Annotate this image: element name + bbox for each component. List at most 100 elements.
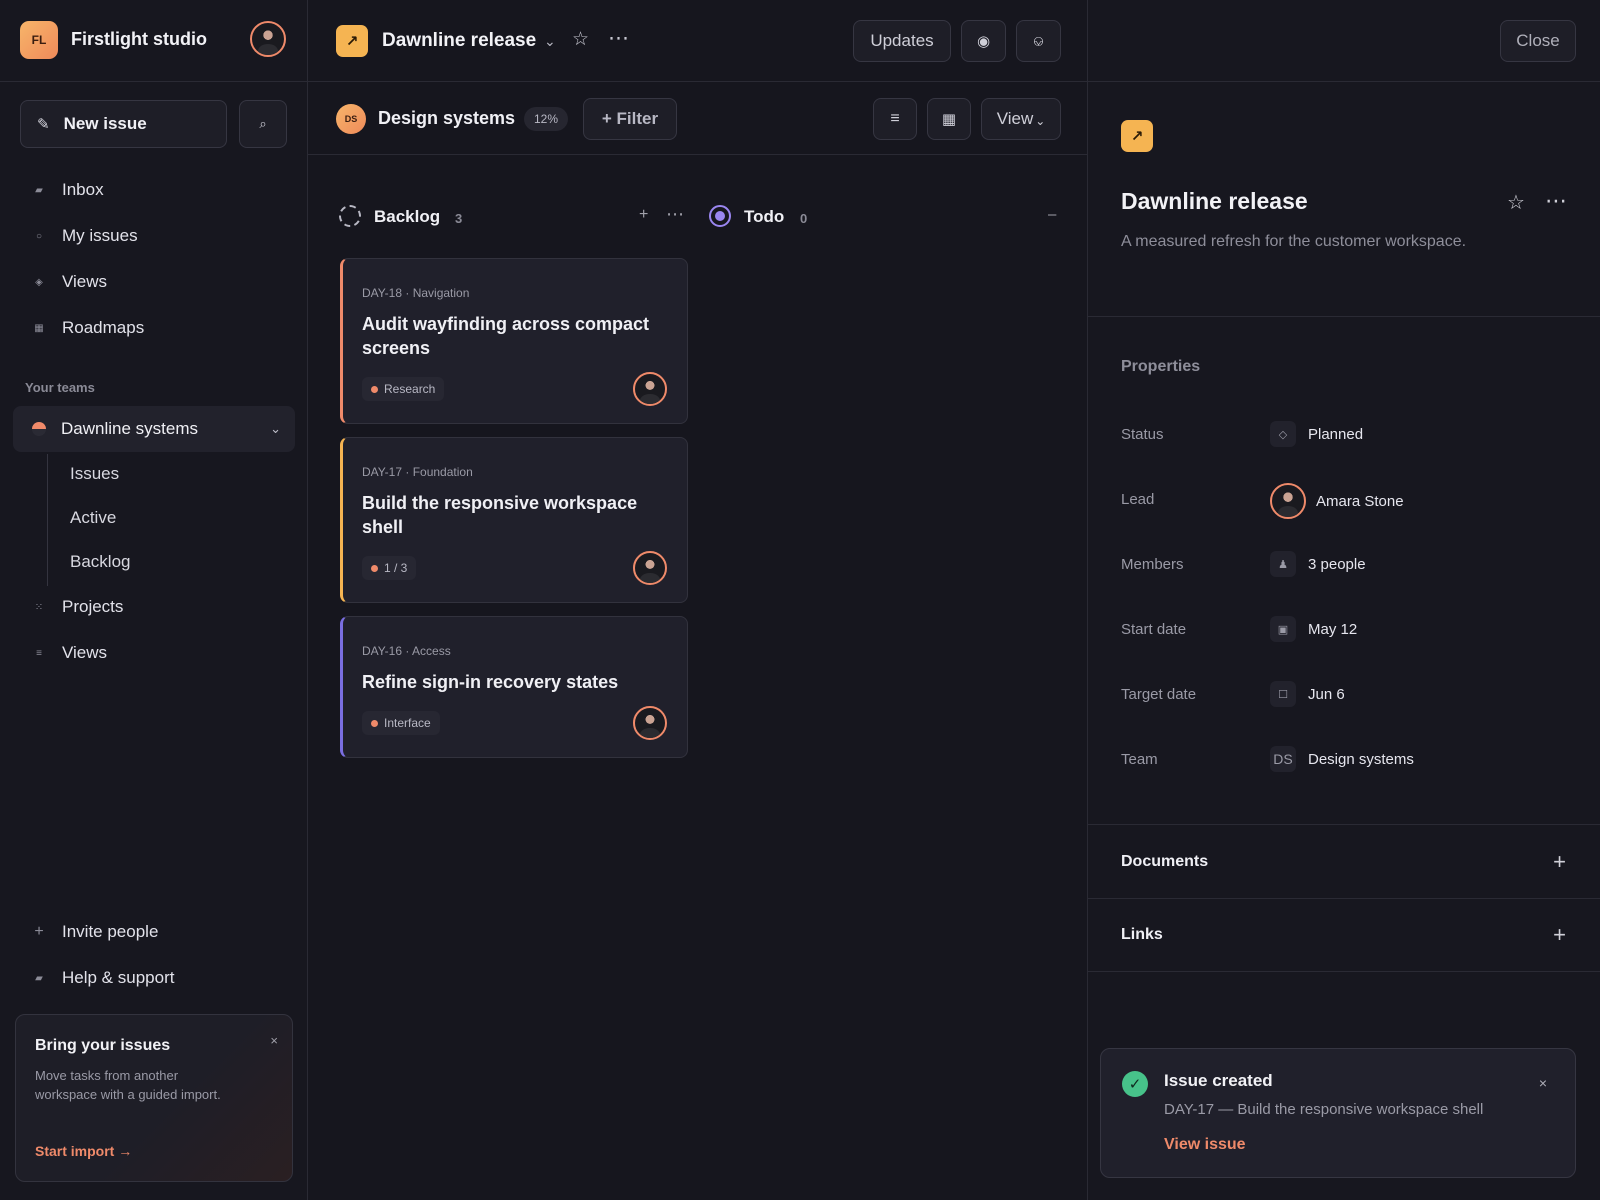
add-link-icon[interactable]: + — [1553, 922, 1566, 948]
team-avatar: DS — [336, 104, 366, 134]
view-issue-link[interactable]: View issue — [1164, 1136, 1246, 1154]
board-icon: ▦ — [941, 111, 957, 128]
issue-card[interactable]: DAY-18 · Navigation Audit wayfinding acr… — [340, 258, 688, 424]
issue-label: Research — [362, 377, 445, 401]
check-icon: ✓ — [1122, 1071, 1148, 1097]
project-board: ↗ Dawnline release ⌄ ☆ ⋯ Updates ◉ ⎉ DS … — [308, 0, 1088, 1200]
more-icon[interactable]: ⋯ — [666, 204, 684, 225]
promo-description: Move tasks from another workspace with a… — [35, 1068, 221, 1102]
start-date-value[interactable]: ▣ May 12 — [1270, 616, 1357, 642]
property-value: Jun 6 — [1308, 685, 1345, 703]
toast-description: DAY-17 — Build the responsive workspace … — [1164, 1101, 1484, 1118]
help-support-button[interactable]: ▰ Help & support — [32, 963, 174, 993]
column-title-backlog: Backlog — [374, 207, 441, 226]
chevron-down-icon[interactable]: ⌄ — [544, 33, 556, 50]
divider — [1088, 81, 1600, 82]
divider — [1088, 824, 1600, 825]
sidebar-item-backlog[interactable]: Backlog — [70, 552, 130, 572]
star-icon[interactable]: ☆ — [572, 28, 589, 51]
list-view-button[interactable]: ≡ — [873, 98, 917, 140]
sidebar-item-inbox[interactable]: ▰ Inbox — [32, 175, 104, 205]
chevron-down-icon: ⌄ — [1035, 114, 1046, 128]
workspace-logo[interactable]: FL — [20, 21, 58, 59]
sidebar-item-active[interactable]: Active — [70, 508, 116, 528]
teams-section-label: Your teams — [25, 380, 95, 395]
chevron-down-icon[interactable]: ⌄ — [270, 421, 281, 437]
sidebar-item-my-issues[interactable]: ○ My issues — [32, 221, 138, 251]
lead-value[interactable]: Amara Stone — [1270, 483, 1404, 519]
target-icon: ☐ — [1270, 681, 1296, 707]
sidebar-team-dawnline[interactable]: Dawnline systems ⌄ — [13, 406, 295, 452]
pencil-icon: ✎ — [37, 116, 50, 133]
assignee-avatar[interactable] — [633, 706, 667, 740]
lead-avatar — [1270, 483, 1306, 519]
column-title-todo: Todo — [744, 207, 785, 226]
sidebar-item-projects[interactable]: ⁙ Projects — [32, 592, 124, 622]
add-document-icon[interactable]: + — [1553, 849, 1566, 875]
issue-card[interactable]: DAY-17 · Foundation Build the responsive… — [340, 437, 688, 603]
view-label: View — [996, 109, 1034, 128]
project-title[interactable]: Dawnline release — [1121, 188, 1308, 215]
todo-status-icon — [709, 205, 731, 227]
property-value: 3 people — [1308, 555, 1366, 573]
column-count: 0 — [800, 211, 808, 226]
issue-card[interactable]: DAY-16 · Access Refine sign-in recovery … — [340, 616, 688, 758]
divider — [308, 81, 1088, 82]
circle-icon: ○ — [35, 230, 43, 242]
members-value[interactable]: ♟ 3 people — [1270, 551, 1366, 577]
assignee-avatar[interactable] — [633, 551, 667, 585]
sidebar-item-views-2[interactable]: ≡ Views — [32, 638, 107, 668]
target-date-value[interactable]: ☐ Jun 6 — [1270, 681, 1345, 707]
add-issue-icon[interactable]: + — [639, 206, 648, 224]
team-value[interactable]: DS Design systems — [1270, 746, 1414, 772]
close-button[interactable]: Close — [1500, 20, 1576, 62]
sidebar: FL Firstlight studio ✎ New issue ⌕ ▰ Inb… — [0, 0, 308, 1200]
more-icon[interactable]: ⋯ — [1545, 188, 1567, 214]
board-view-button[interactable]: ▦ — [927, 98, 971, 140]
progress-badge: 12% — [524, 107, 569, 131]
grid-icon: ▦ — [34, 322, 44, 334]
team-icon: DS — [1270, 746, 1296, 772]
filter-button[interactable]: + Filter — [583, 98, 677, 140]
record-button[interactable]: ◉ — [961, 20, 1006, 62]
close-icon[interactable]: × — [270, 1033, 278, 1048]
help-support-label: Help & support — [62, 968, 175, 987]
plus-icon: + — [34, 923, 44, 940]
status-value[interactable]: ◇ Planned — [1270, 421, 1363, 447]
new-issue-button[interactable]: ✎ New issue — [20, 100, 227, 148]
calendar-icon: ▣ — [1270, 616, 1296, 642]
sidebar-item-label: Views — [62, 643, 108, 662]
property-value: Design systems — [1308, 750, 1414, 768]
property-label: Status — [1121, 426, 1164, 443]
start-import-link[interactable]: Start import → — [35, 1143, 132, 1159]
sidebar-item-roadmaps[interactable]: ▦ Roadmaps — [32, 313, 144, 343]
more-icon[interactable]: ⋯ — [608, 26, 629, 51]
project-icon: ↗ — [1121, 120, 1153, 152]
sidebar-item-label: Inbox — [62, 180, 104, 199]
search-button[interactable]: ⌕ — [239, 100, 287, 148]
project-title[interactable]: Dawnline release — [382, 30, 536, 52]
collapse-icon[interactable]: – — [1048, 206, 1056, 223]
team-name[interactable]: Design systems — [378, 108, 515, 129]
share-button[interactable]: ⎉ — [1016, 20, 1061, 62]
workspace-name[interactable]: Firstlight studio — [71, 29, 207, 50]
invite-people-button[interactable]: + Invite people — [32, 917, 158, 947]
import-promo-card: Bring your issues Move tasks from anothe… — [15, 1014, 293, 1182]
view-options-button[interactable]: View ⌄ — [981, 98, 1061, 140]
assignee-avatar[interactable] — [633, 372, 667, 406]
project-description[interactable]: A measured refresh for the customer work… — [1121, 233, 1466, 251]
help-icon: ▰ — [35, 972, 43, 984]
sidebar-item-views[interactable]: ◈ Views — [32, 267, 107, 297]
star-icon[interactable]: ☆ — [1507, 190, 1525, 215]
tree-line — [47, 454, 48, 586]
list-icon: ≡ — [36, 647, 42, 659]
sidebar-item-issues[interactable]: Issues — [70, 464, 119, 484]
updates-button[interactable]: Updates — [853, 20, 951, 62]
user-avatar[interactable] — [250, 21, 286, 57]
documents-heading: Documents — [1121, 853, 1209, 870]
person-icon: ♟ — [1270, 551, 1296, 577]
promo-title: Bring your issues — [35, 1037, 171, 1054]
sidebar-item-label: Views — [62, 272, 108, 291]
property-value: Planned — [1308, 425, 1364, 443]
close-icon[interactable]: × — [1539, 1075, 1547, 1091]
